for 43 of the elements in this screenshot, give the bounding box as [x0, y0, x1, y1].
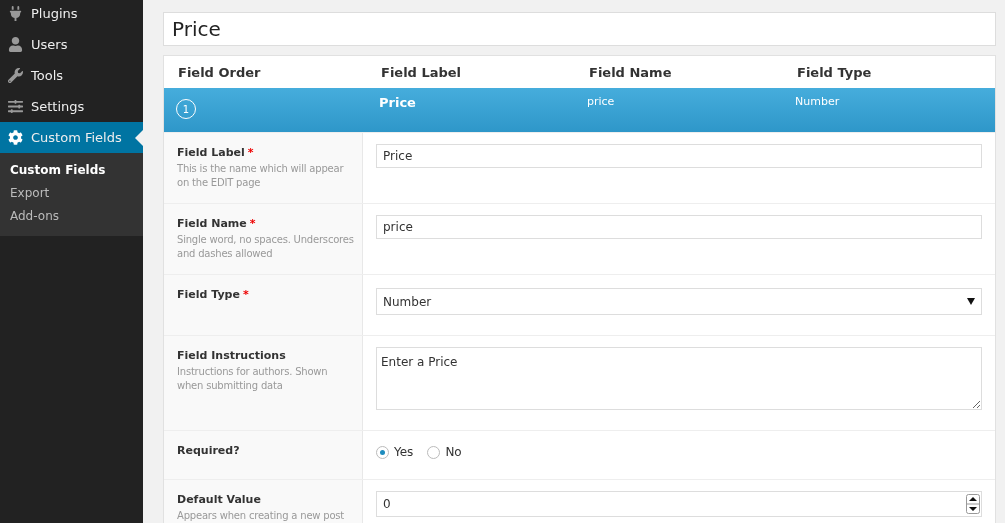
field-hint: Instructions for authors. Shown when submitting data [177, 365, 329, 393]
field-hint: Appears when creating a new post [177, 509, 345, 523]
text-field[interactable]: price [376, 215, 982, 239]
column-header: Field Type [796, 63, 873, 82]
user-icon [8, 37, 23, 52]
field-hint: This is the name which will appear on the EDIT page [177, 162, 345, 190]
required-mark: * [249, 217, 256, 230]
field-label: Field Name [177, 217, 247, 230]
menu-item[interactable]: Tools [0, 60, 143, 91]
instructions-field[interactable]: Enter a Price [376, 347, 982, 410]
column-header: Field Label [380, 63, 463, 82]
menu-item[interactable]: Custom Fields [0, 122, 143, 153]
menu-item[interactable]: Plugins [0, 0, 143, 29]
caret-icon [967, 298, 975, 305]
required-mark: * [242, 288, 249, 301]
radio-label: No [445, 445, 462, 459]
text-field[interactable]: Price [376, 144, 982, 168]
table-cell-text: price [586, 94, 616, 110]
type-dropdown[interactable]: Number [376, 288, 982, 315]
table-cell-text: Number [794, 94, 841, 110]
spinner-icon [966, 494, 980, 514]
field-label: Required? [177, 444, 240, 457]
table-cell-text: Price [378, 94, 417, 112]
field-label: Field Label [177, 146, 245, 159]
settings-icon [8, 130, 23, 145]
field-label: Default Value [177, 493, 261, 506]
column-header: Field Name [588, 63, 673, 82]
submenu-item[interactable]: Add-ons [0, 205, 143, 228]
field-label: Field Instructions [177, 349, 286, 362]
required-mark: * [247, 146, 254, 159]
plug-icon [8, 6, 23, 21]
number-field[interactable]: 0 [376, 491, 982, 517]
menu-item[interactable]: Users [0, 29, 143, 60]
title-field[interactable]: Price [163, 12, 996, 46]
submenu-item[interactable]: Custom Fields [0, 159, 143, 182]
wrench-icon [8, 68, 23, 83]
menu-item[interactable]: Settings [0, 91, 143, 122]
submenu-item[interactable]: Export [0, 182, 143, 205]
field-label: Field Type [177, 288, 240, 301]
column-header: Field Order [177, 63, 262, 82]
sliders-icon [8, 99, 23, 114]
field-hint: Single word, no spaces. Underscores and dashes allowed [177, 233, 354, 261]
radio-label: Yes [394, 445, 414, 459]
